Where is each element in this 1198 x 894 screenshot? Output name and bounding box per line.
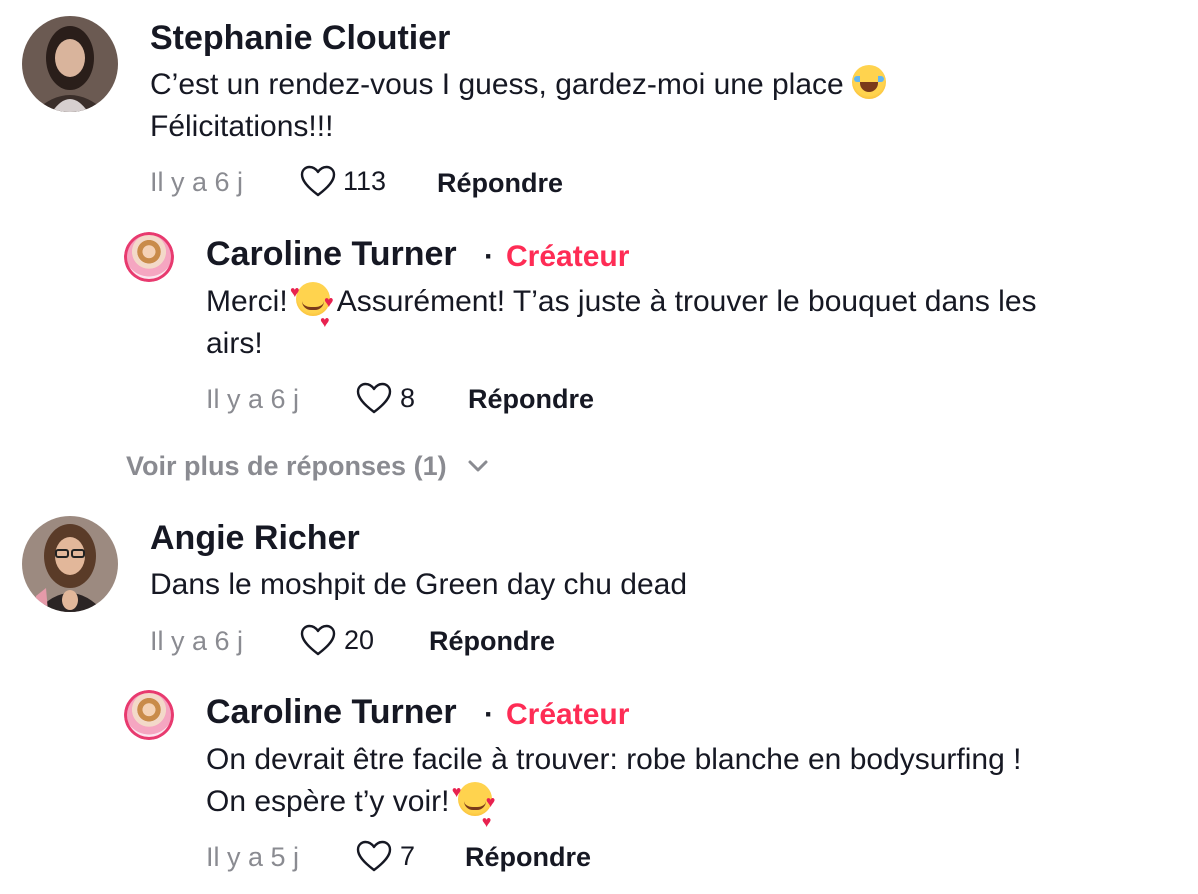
like-count: 20 bbox=[344, 625, 375, 655]
like-count: 8 bbox=[400, 383, 416, 413]
separator-dot: · bbox=[484, 240, 494, 273]
avatar[interactable] bbox=[124, 232, 174, 282]
face-with-tears-of-joy-icon bbox=[852, 65, 887, 99]
heart-icon[interactable] bbox=[300, 624, 336, 656]
reply-text-line: airs! bbox=[206, 327, 263, 360]
comment-timestamp: Il y a 6 j bbox=[150, 167, 244, 197]
creator-badge: Créateur bbox=[506, 698, 630, 731]
comment-timestamp: Il y a 6 j bbox=[150, 626, 244, 656]
reply-button[interactable]: Répondre bbox=[437, 168, 563, 199]
smiling-face-with-hearts-icon bbox=[452, 772, 492, 816]
like-count: 113 bbox=[343, 166, 387, 196]
creator-badge: Créateur bbox=[506, 240, 630, 273]
heart-icon[interactable] bbox=[356, 382, 392, 414]
view-more-replies-label: Voir plus de réponses (1) bbox=[126, 451, 447, 481]
reply-button[interactable]: Répondre bbox=[429, 626, 555, 657]
reply-text: On espère t’y voir! bbox=[206, 772, 492, 823]
avatar[interactable] bbox=[22, 516, 118, 612]
comment-text-line: Félicitations!!! bbox=[150, 110, 334, 143]
reply-text-suffix: Assurément! T’as juste à trouver le bouq… bbox=[336, 285, 1037, 318]
avatar[interactable] bbox=[124, 690, 174, 740]
reply-timestamp: Il y a 6 j bbox=[206, 384, 300, 414]
comment-username[interactable]: Stephanie Cloutier bbox=[150, 19, 450, 58]
view-more-replies-button[interactable]: Voir plus de réponses (1) bbox=[126, 451, 488, 485]
comment-text-line: C’est un rendez-vous I guess, gardez-moi… bbox=[150, 68, 844, 101]
separator-dot: · bbox=[484, 698, 494, 731]
reply-text-line: On devrait être facile à trouver: robe b… bbox=[206, 743, 1022, 776]
smiling-face-with-hearts-icon bbox=[290, 272, 331, 316]
comment-text-line: Dans le moshpit de Green day chu dead bbox=[150, 568, 687, 601]
comment-text: C’est un rendez-vous I guess, gardez-moi… bbox=[150, 64, 887, 106]
reply-button[interactable]: Répondre bbox=[468, 384, 594, 415]
reply-text: Merci! Assurément! T’as juste à trouver … bbox=[206, 272, 1037, 323]
reply-button[interactable]: Répondre bbox=[465, 842, 591, 873]
reply-timestamp: Il y a 5 j bbox=[206, 842, 300, 872]
like-count: 7 bbox=[400, 841, 416, 871]
reply-text-line: On espère t’y voir! bbox=[206, 785, 450, 818]
heart-icon[interactable] bbox=[300, 165, 336, 197]
heart-icon[interactable] bbox=[356, 840, 392, 872]
chevron-down-icon bbox=[468, 460, 488, 472]
comment-username[interactable]: Angie Richer bbox=[150, 519, 360, 558]
avatar[interactable] bbox=[22, 16, 118, 112]
reply-username[interactable]: Caroline Turner bbox=[206, 235, 457, 274]
reply-username[interactable]: Caroline Turner bbox=[206, 693, 457, 732]
reply-text-prefix: Merci! bbox=[206, 285, 288, 318]
